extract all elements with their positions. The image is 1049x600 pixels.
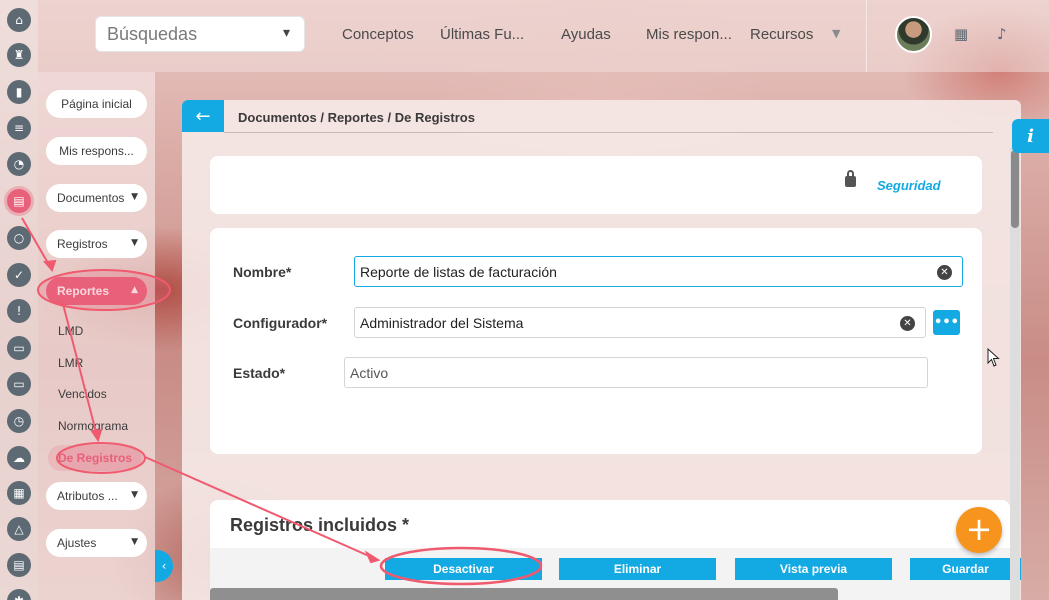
configurador-label: Configurador* <box>233 315 328 331</box>
chevron-down-icon: ▼ <box>131 537 138 547</box>
nav-more-caret-icon[interactable]: ▼ <box>832 27 840 40</box>
table-header-bar <box>210 588 838 600</box>
sidebar-subitem-vencidos[interactable]: Vencidos <box>58 387 107 401</box>
nav-ayudas[interactable]: Ayudas <box>561 26 611 43</box>
estado-value: Activo <box>350 364 389 381</box>
nombre-field[interactable]: Reporte de listas de facturación ✕ <box>354 256 963 287</box>
search-placeholder: Búsquedas <box>107 23 198 44</box>
vista-previa-button[interactable]: Vista previa <box>735 558 892 580</box>
sidebar-item-registros[interactable]: Registros ▼ <box>46 230 147 258</box>
guardar-button[interactable]: Guardar <box>910 558 1021 580</box>
gear-icon[interactable]: ✱ <box>7 589 31 600</box>
sidebar-item-reportes[interactable]: Reportes ▲ <box>46 277 147 305</box>
cloud-icon[interactable]: ☁ <box>7 446 31 470</box>
clear-icon[interactable]: ✕ <box>900 316 915 331</box>
sidebar-item-atributos[interactable]: Atributos ... ▼ <box>46 482 147 510</box>
form-card: Nombre* Reporte de listas de facturación… <box>210 228 982 454</box>
documents-icon[interactable]: ▤ <box>7 189 31 213</box>
truck-icon[interactable]: ▭ <box>7 336 31 360</box>
estado-field: Activo <box>344 357 928 388</box>
bar-chart-icon[interactable]: ▮ <box>7 80 31 104</box>
chevron-down-icon: ▼ <box>131 238 138 248</box>
sidebar-subitem-lmr[interactable]: LMR <box>58 356 83 370</box>
secondary-sidebar: Página inicial Mis respons... Documentos… <box>38 72 155 600</box>
configurador-value: Administrador del Sistema <box>360 314 524 331</box>
desactivar-button[interactable]: Desactivar <box>385 558 542 580</box>
sidebar-item-label: Atributos ... <box>57 489 118 503</box>
pie-chart-icon[interactable]: ◔ <box>7 152 31 176</box>
sidebar-item-label: Reportes <box>57 284 110 298</box>
more-options-button[interactable]: ••• <box>933 310 960 335</box>
calendar-icon[interactable]: ▦ <box>7 481 31 505</box>
back-button[interactable]: ← <box>182 100 224 132</box>
warning-icon[interactable]: ! <box>7 299 31 323</box>
clipboard-icon[interactable]: ▤ <box>7 553 31 577</box>
eliminar-button[interactable]: Eliminar <box>559 558 716 580</box>
sidebar-item-label: Mis respons... <box>59 144 134 158</box>
security-card: Seguridad <box>210 156 982 214</box>
check-icon[interactable]: ✓ <box>7 263 31 287</box>
nav-mis-respon[interactable]: Mis respon... <box>646 26 732 43</box>
sidebar-subitem-lmd[interactable]: LMD <box>58 324 83 338</box>
sidebar-item-mis-respons[interactable]: Mis respons... <box>46 137 147 165</box>
network-icon[interactable]: △ <box>7 517 31 541</box>
sidebar-item-documentos[interactable]: Documentos ▼ <box>46 184 147 212</box>
nombre-value: Reporte de listas de facturación <box>360 263 557 280</box>
home-icon[interactable]: ⌂ <box>7 8 31 32</box>
chevron-down-icon: ▼ <box>131 192 138 202</box>
sidebar-item-ajustes[interactable]: Ajustes ▼ <box>46 529 147 557</box>
list-icon[interactable]: ≡ <box>7 116 31 140</box>
user-avatar[interactable] <box>895 16 932 53</box>
sidebar-subitem-de-registros[interactable]: De Registros <box>48 445 142 471</box>
clock-icon[interactable]: ◷ <box>7 409 31 433</box>
bell-icon[interactable]: ♪ <box>997 25 1007 43</box>
nav-conceptos[interactable]: Conceptos <box>342 26 414 43</box>
configurador-field[interactable]: Administrador del Sistema ✕ <box>354 307 926 338</box>
chevron-down-icon: ▾ <box>282 25 290 41</box>
header-divider <box>866 0 867 72</box>
sidebar-item-label: Registros <box>57 237 108 251</box>
sidebar-item-label: Página inicial <box>61 97 132 111</box>
calendar-icon[interactable]: ▦ <box>954 25 968 43</box>
cycle-icon[interactable]: ○ <box>7 226 31 250</box>
section-title: Registros incluidos * <box>230 515 410 535</box>
breadcrumb-divider <box>224 132 993 133</box>
security-link[interactable]: Seguridad <box>877 178 941 193</box>
main-panel: ← Documentos / Reportes / De Registros S… <box>182 100 1021 600</box>
sidebar-subitem-normograma[interactable]: Normograma <box>58 419 128 433</box>
info-icon[interactable]: i <box>1012 119 1049 153</box>
chevron-down-icon: ▼ <box>131 490 138 500</box>
nombre-label: Nombre* <box>233 264 292 280</box>
breadcrumb: Documentos / Reportes / De Registros <box>238 110 475 125</box>
mouse-cursor-icon <box>987 348 1000 367</box>
add-button[interactable]: + <box>956 507 1002 553</box>
nav-recursos[interactable]: Recursos <box>750 26 813 43</box>
search-select[interactable]: Búsquedas ▾ <box>95 16 305 52</box>
nav-ultimas[interactable]: Últimas Fu... <box>440 26 524 43</box>
icon-bar: ⌂ ♜ ▮ ≡ ◔ ▤ ○ ✓ ! ▭ ▭ ◷ ☁ ▦ △ ▤ ✱ <box>0 0 38 600</box>
lock-icon <box>845 170 856 187</box>
sidebar-item-label: Documentos <box>57 191 125 205</box>
estado-label: Estado* <box>233 365 286 381</box>
sidebar-item-inicio[interactable]: Página inicial <box>46 90 147 118</box>
sidebar-item-label: Ajustes <box>57 536 97 550</box>
clear-icon[interactable]: ✕ <box>937 265 952 280</box>
scrollbar-thumb[interactable] <box>1011 150 1019 228</box>
castle-icon[interactable]: ♜ <box>7 43 31 67</box>
monitor-icon[interactable]: ▭ <box>7 372 31 396</box>
chevron-up-icon: ▲ <box>131 285 138 295</box>
